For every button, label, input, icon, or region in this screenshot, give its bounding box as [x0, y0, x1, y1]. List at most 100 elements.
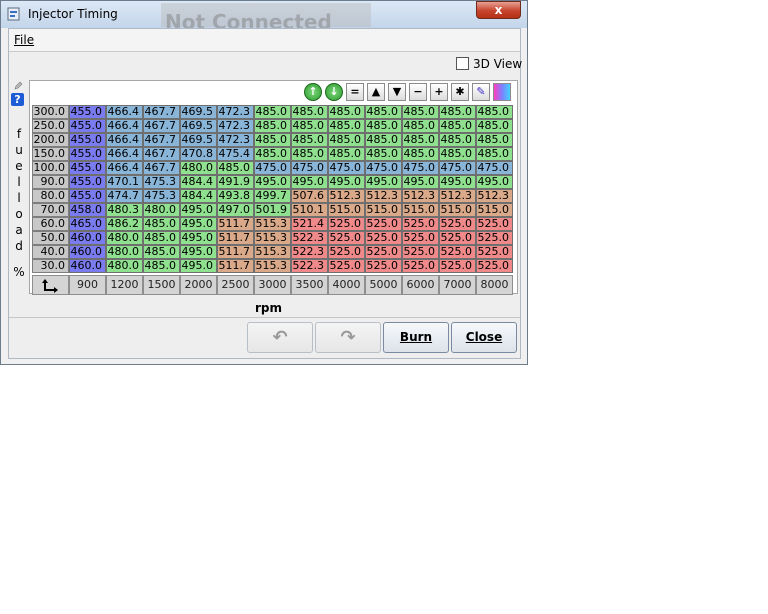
table-cell[interactable]: 460.0: [69, 259, 106, 273]
table-cell[interactable]: 511.7: [217, 245, 254, 259]
menu-file[interactable]: File: [14, 33, 34, 47]
table-cell[interactable]: 475.3: [143, 175, 180, 189]
redo-button[interactable]: ↷: [315, 322, 381, 353]
table-cell[interactable]: 495.0: [439, 175, 476, 189]
table-cell[interactable]: 525.0: [328, 217, 365, 231]
burn-button[interactable]: Burn: [383, 322, 449, 353]
table-cell[interactable]: 495.0: [254, 175, 291, 189]
table-cell[interactable]: 485.0: [365, 147, 402, 161]
table-cell[interactable]: 469.5: [180, 133, 217, 147]
table-cell[interactable]: 470.8: [180, 147, 217, 161]
table-cell[interactable]: 525.0: [328, 259, 365, 273]
table-cell[interactable]: 522.3: [291, 231, 328, 245]
table-cell[interactable]: 480.0: [106, 259, 143, 273]
table-cell[interactable]: 466.4: [106, 147, 143, 161]
axis-swap-icon[interactable]: [32, 275, 69, 295]
table-cell[interactable]: 485.0: [254, 119, 291, 133]
table-cell[interactable]: 525.0: [439, 231, 476, 245]
table-cell[interactable]: 512.3: [476, 189, 513, 203]
table-cell[interactable]: 455.0: [69, 119, 106, 133]
table-cell[interactable]: 485.0: [143, 259, 180, 273]
table-cell[interactable]: 460.0: [69, 231, 106, 245]
table-cell[interactable]: 525.0: [476, 259, 513, 273]
table-cell[interactable]: 512.3: [328, 189, 365, 203]
table-cell[interactable]: 480.0: [143, 203, 180, 217]
table-cell[interactable]: 495.0: [328, 175, 365, 189]
table-cell[interactable]: 495.0: [180, 259, 217, 273]
table-cell[interactable]: 485.0: [328, 133, 365, 147]
table-cell[interactable]: 486.2: [106, 217, 143, 231]
table-cell[interactable]: 485.0: [291, 147, 328, 161]
window-close-button[interactable]: x: [476, 1, 521, 19]
table-cell[interactable]: 515.0: [365, 203, 402, 217]
table-cell[interactable]: 485.0: [402, 119, 439, 133]
table-cell[interactable]: 475.0: [291, 161, 328, 175]
table-cell[interactable]: 458.0: [69, 203, 106, 217]
table-cell[interactable]: 525.0: [365, 245, 402, 259]
table-cell[interactable]: 467.7: [143, 147, 180, 161]
table-cell[interactable]: 455.0: [69, 105, 106, 119]
table-cell[interactable]: 515.3: [254, 217, 291, 231]
table-cell[interactable]: 525.0: [476, 245, 513, 259]
title-bar[interactable]: Not Connected Injector Timing x: [1, 1, 527, 34]
table-cell[interactable]: 512.3: [402, 189, 439, 203]
table-cell[interactable]: 455.0: [69, 189, 106, 203]
table-cell[interactable]: 501.9: [254, 203, 291, 217]
table-cell[interactable]: 480.0: [106, 231, 143, 245]
table-cell[interactable]: 467.7: [143, 119, 180, 133]
decrease-button[interactable]: ▼: [388, 83, 406, 101]
table-cell[interactable]: 525.0: [365, 217, 402, 231]
color-gradient-button[interactable]: [493, 83, 511, 101]
table-cell[interactable]: 512.3: [365, 189, 402, 203]
table-cell[interactable]: 480.3: [106, 203, 143, 217]
table-cell[interactable]: 485.0: [476, 133, 513, 147]
table-cell[interactable]: 522.3: [291, 259, 328, 273]
table-cell[interactable]: 515.0: [402, 203, 439, 217]
table-cell[interactable]: 466.4: [106, 133, 143, 147]
table-cell[interactable]: 511.7: [217, 259, 254, 273]
table-cell[interactable]: 515.3: [254, 245, 291, 259]
table-cell[interactable]: 525.0: [365, 231, 402, 245]
table-cell[interactable]: 485.0: [476, 147, 513, 161]
table-cell[interactable]: 485.0: [365, 119, 402, 133]
table-cell[interactable]: 469.5: [180, 105, 217, 119]
table-cell[interactable]: 475.4: [217, 147, 254, 161]
table-cell[interactable]: 472.3: [217, 105, 254, 119]
table-cell[interactable]: 507.6: [291, 189, 328, 203]
table-cell[interactable]: 455.0: [69, 161, 106, 175]
table-cell[interactable]: 460.0: [69, 245, 106, 259]
table-cell[interactable]: 485.0: [143, 245, 180, 259]
table-cell[interactable]: 480.0: [106, 245, 143, 259]
multiply-button[interactable]: ✱: [451, 83, 469, 101]
table-cell[interactable]: 495.0: [180, 203, 217, 217]
table-cell[interactable]: 485.0: [439, 105, 476, 119]
table-cell[interactable]: 515.3: [254, 259, 291, 273]
table-cell[interactable]: 485.0: [439, 147, 476, 161]
table-cell[interactable]: 475.0: [328, 161, 365, 175]
table-cell[interactable]: 485.0: [328, 119, 365, 133]
table-cell[interactable]: 475.0: [439, 161, 476, 175]
increment-big-button[interactable]: ↑: [304, 83, 322, 101]
table-cell[interactable]: 466.4: [106, 119, 143, 133]
table-cell[interactable]: 485.0: [439, 133, 476, 147]
table-cell[interactable]: 485.0: [365, 133, 402, 147]
table-cell[interactable]: 495.0: [476, 175, 513, 189]
table-cell[interactable]: 475.0: [402, 161, 439, 175]
table-cell[interactable]: 495.0: [291, 175, 328, 189]
table-cell[interactable]: 470.1: [106, 175, 143, 189]
table-cell[interactable]: 495.0: [365, 175, 402, 189]
pencil-button[interactable]: ✎: [472, 83, 490, 101]
table-cell[interactable]: 485.0: [402, 133, 439, 147]
table-cell[interactable]: 467.7: [143, 105, 180, 119]
table-cell[interactable]: 512.3: [439, 189, 476, 203]
table-cell[interactable]: 485.0: [143, 217, 180, 231]
table-cell[interactable]: 484.4: [180, 189, 217, 203]
table-cell[interactable]: 525.0: [328, 231, 365, 245]
table-cell[interactable]: 485.0: [328, 105, 365, 119]
table-cell[interactable]: 485.0: [291, 133, 328, 147]
table-cell[interactable]: 455.0: [69, 147, 106, 161]
minus-button[interactable]: −: [409, 83, 427, 101]
table-cell[interactable]: 525.0: [328, 245, 365, 259]
close-button[interactable]: Close: [451, 322, 517, 353]
table-cell[interactable]: 485.0: [254, 147, 291, 161]
